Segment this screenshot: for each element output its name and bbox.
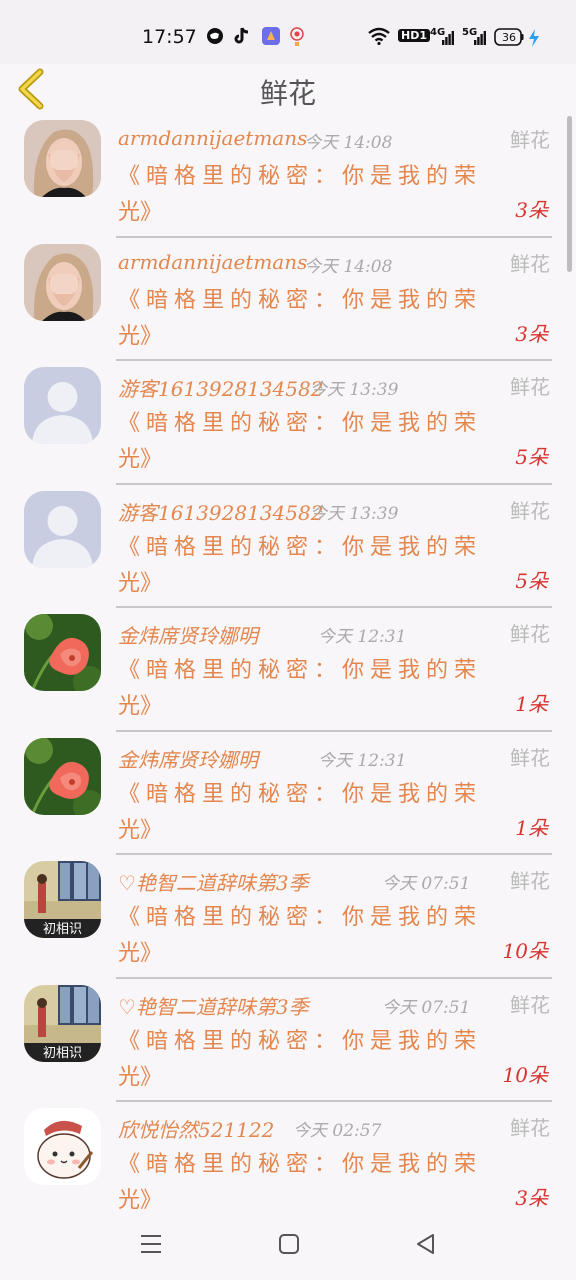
hd-indicator: HD1	[398, 29, 430, 42]
list-item[interactable]: 金炜席贤玲娜明 今天 12:31 鲜花《暗格里的秘密：你是我的荣 光》 1朵	[0, 732, 576, 855]
book-title-line2: 光》	[118, 200, 163, 225]
book-title-line1: 《暗格里的秘密：你是我的荣	[118, 411, 483, 436]
book-title-line2: 光》	[118, 941, 163, 966]
avatar-caption: 初相识	[43, 922, 82, 937]
flower-count: 10朵	[502, 1062, 548, 1087]
book-title-line2: 光》	[118, 323, 163, 349]
flower-label: 鲜花	[510, 498, 550, 523]
scrollbar[interactable]	[567, 116, 572, 272]
sent-time: 今天 12:31	[318, 627, 407, 647]
flower-label: 鲜花	[510, 1116, 550, 1140]
menu-icon[interactable]	[140, 1232, 162, 1256]
list-item[interactable]: 游客1613928134582 今天 13:39 鲜花《暗格里的秘密：你是我的荣 光》…	[0, 361, 576, 485]
sent-time: 今天 14:08	[304, 133, 393, 153]
book-title-line1: 《暗格里的秘密：你是我的荣	[118, 781, 483, 807]
book-title-line1: 《暗格里的秘密：你是我的荣	[118, 287, 483, 313]
flower-count: 3朵	[515, 1186, 548, 1210]
flower-count: 1朵	[515, 815, 548, 840]
list-item[interactable]: armdannijaetmans 今天 14:08 鲜花《暗格里的秘密：你是我的荣光…	[0, 114, 576, 238]
sent-time: 今天 13:39	[310, 503, 399, 524]
flower-label: 鲜花	[510, 745, 550, 770]
flower-count: 5朵	[515, 445, 548, 469]
book-title-line2: 光》	[118, 694, 163, 719]
sent-time: 今天 07:51	[382, 874, 471, 894]
list-item[interactable]: armdannijaetmans 今天 14:08 鲜花《暗格里的秘密：你是我的荣光…	[0, 238, 576, 361]
status-time: 17:57	[142, 26, 197, 48]
book-title-line2: 光》	[118, 447, 163, 472]
avatar[interactable]	[24, 614, 101, 691]
avatar[interactable]	[24, 737, 101, 815]
list-item[interactable]: 金炜席贤玲娜明 今天 12:31 鲜花《暗格里的秘密：你是我的荣 光》 1朵	[0, 608, 576, 732]
avatar-caption: 初相识	[43, 1046, 82, 1061]
avatar[interactable]	[24, 243, 101, 321]
charging-icon	[529, 29, 539, 47]
list-item[interactable]: 初相识 ♡艳智二道辞味第3季 今天 07:51 鲜花《暗格里的秘密：你是我的荣 光》 10…	[0, 979, 576, 1102]
sent-time: 今天 12:31	[318, 750, 407, 771]
sender-name: ♡艳智二道辞味第3季	[118, 871, 309, 895]
flower-count: 3朵	[515, 321, 548, 346]
flower-label: 鲜花	[510, 251, 550, 276]
list-item[interactable]: 初相识 ♡艳智二道辞味第3季 今天 07:51 鲜花《暗格里的秘密：你是我的荣 光》 10…	[0, 855, 576, 979]
sender-name: 金炜席贤玲娜明	[118, 747, 258, 772]
signal-icon	[442, 31, 454, 45]
flower-count: 1朵	[515, 692, 548, 716]
sent-time: 今天 13:39	[310, 380, 399, 400]
book-title-line1: 《暗格里的秘密：你是我的荣	[118, 1152, 483, 1177]
tiktok-icon	[234, 27, 249, 44]
sender-name: armdannijaetmans	[118, 126, 308, 150]
sender-name: 金炜席贤玲娜明	[118, 624, 258, 648]
flower-label: 鲜花	[510, 375, 550, 399]
book-title-line2: 光》	[118, 1064, 163, 1090]
book-title-line1: 《暗格里的秘密：你是我的荣	[118, 164, 483, 189]
home-icon[interactable]	[278, 1232, 300, 1256]
flower-count: 5朵	[515, 568, 548, 593]
sent-time: 今天 02:57	[293, 1121, 382, 1141]
flower-label: 鲜花	[510, 622, 550, 646]
header-bar: 鲜花	[0, 64, 576, 114]
flower-gift-list: armdannijaetmans 今天 14:08 鲜花 《暗格里的秘密：你是我的荣光…	[0, 114, 576, 1210]
flower-count: 10朵	[502, 939, 548, 963]
book-title-line1: 《暗格里的秘密：你是我的荣	[118, 1028, 483, 1054]
location-icon	[290, 27, 304, 46]
wifi-icon	[368, 27, 390, 45]
avatar[interactable]	[24, 367, 101, 444]
avatar[interactable]	[24, 490, 101, 568]
book-title-line2: 光》	[118, 570, 163, 596]
flower-label: 鲜花	[510, 128, 550, 152]
flower-label: 鲜花	[510, 869, 550, 893]
flower-label: 鲜花	[510, 992, 550, 1017]
sender-name: ♡艳智二道辞味第3季	[118, 994, 309, 1019]
sent-time: 今天 14:08	[304, 256, 393, 277]
book-title-line1: 《暗格里的秘密：你是我的荣	[118, 534, 483, 560]
flower-count: 3朵	[515, 198, 548, 222]
avatar[interactable]: 初相识	[24, 861, 101, 938]
back-icon[interactable]	[414, 1232, 436, 1256]
list-item[interactable]: 欣悦怡然521122 今天 02:57 鲜花《暗格里的秘密：你是我的荣 光》 3朵	[0, 1102, 576, 1210]
page-title: 鲜花	[259, 77, 316, 110]
sender-name: 游客1613928134582	[118, 377, 324, 401]
sender-name: 游客1613928134582	[118, 500, 324, 525]
avatar[interactable]	[24, 120, 101, 197]
book-title-line1: 《暗格里的秘密：你是我的荣	[118, 658, 483, 683]
system-nav-bar	[0, 1210, 576, 1280]
sent-time: 今天 07:51	[382, 997, 471, 1018]
signal-icon-2	[474, 31, 486, 45]
book-title-line1: 《暗格里的秘密：你是我的荣	[118, 905, 483, 930]
avatar[interactable]: 初相识	[24, 984, 101, 1062]
sender-name: 欣悦怡然521122	[118, 1118, 275, 1142]
status-bar: 17:57 HD1 4G 5G 36	[0, 0, 576, 64]
app-icon	[262, 27, 280, 45]
avatar[interactable]	[24, 1108, 101, 1185]
globe-icon	[207, 28, 223, 44]
sender-name: armdannijaetmans	[118, 249, 308, 274]
list-item[interactable]: 游客1613928134582 今天 13:39 鲜花《暗格里的秘密：你是我的荣 光》…	[0, 485, 576, 608]
book-title-line2: 光》	[118, 1188, 163, 1210]
battery-level: 36	[502, 31, 516, 44]
book-title-line2: 光》	[118, 817, 163, 843]
